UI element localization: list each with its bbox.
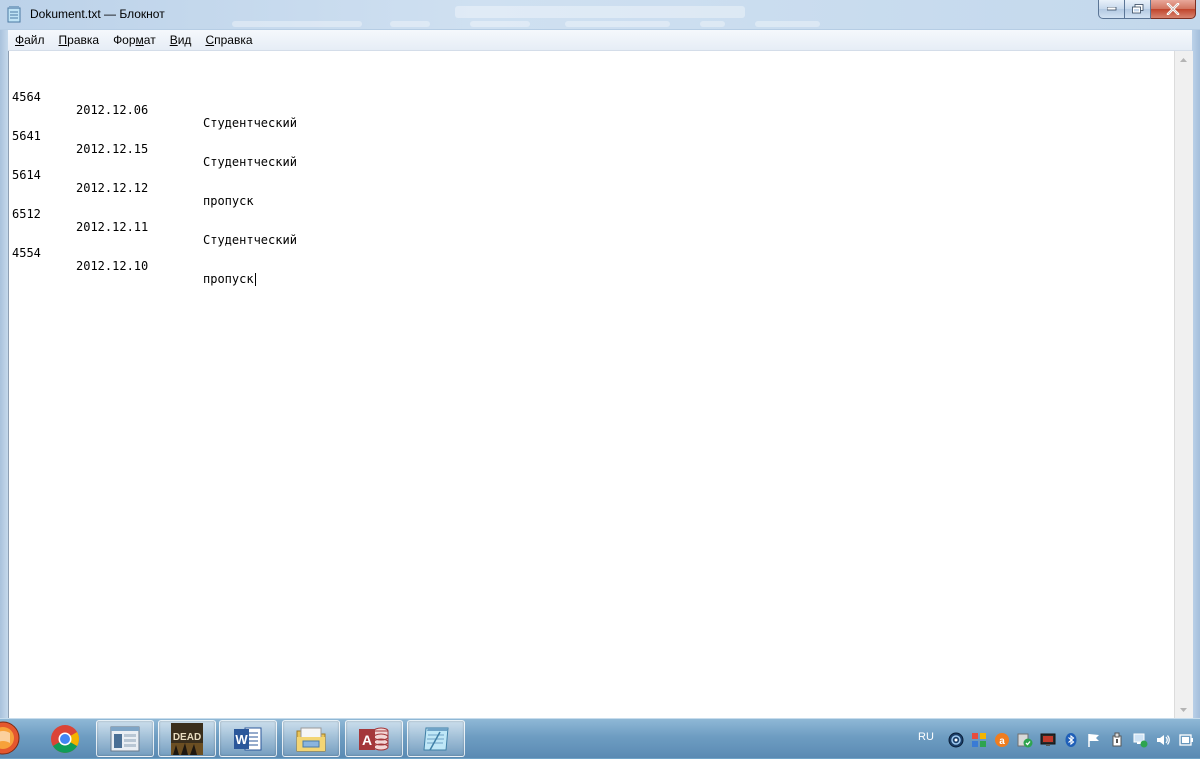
- record-id: 4554: [12, 246, 41, 260]
- notepad-icon: [423, 727, 449, 750]
- text-line: 5641 2012.12.15 Студентческий: [12, 117, 297, 169]
- record-type: Студентческий: [203, 116, 297, 130]
- windows-start-icon: [0, 721, 20, 755]
- close-button[interactable]: [1151, 0, 1196, 19]
- text-editor[interactable]: 4564 2012.12.06 Студентческий 5641 2012.…: [8, 51, 1175, 718]
- word-icon: W: [234, 727, 262, 750]
- display-icon[interactable]: [1040, 732, 1056, 748]
- language-indicator[interactable]: RU: [918, 731, 934, 743]
- record-date: 2012.12.15: [76, 142, 149, 156]
- background-ghost-text: [755, 21, 820, 27]
- menu-format[interactable]: Формат: [106, 33, 163, 47]
- text-line: 6512 2012.12.11 Студентческий: [12, 195, 297, 247]
- document-text: 4564 2012.12.06 Студентческий 5641 2012.…: [12, 52, 297, 286]
- record-date: 2012.12.11: [76, 220, 149, 234]
- background-ghost-text: [470, 21, 530, 27]
- system-tray: RU a: [910, 719, 1200, 759]
- svg-text:W: W: [235, 732, 248, 747]
- caption-buttons: [1098, 0, 1196, 20]
- arrow-up-icon: [1180, 57, 1187, 62]
- restore-icon: [1131, 4, 1143, 14]
- taskbar-access[interactable]: A: [345, 720, 403, 757]
- svg-text:a: a: [999, 736, 1005, 747]
- disc-icon[interactable]: [948, 732, 964, 748]
- network-icon[interactable]: [1132, 732, 1148, 748]
- taskbar-explorer[interactable]: [282, 720, 340, 757]
- vertical-scrollbar[interactable]: [1174, 51, 1193, 718]
- svg-text:A: A: [362, 732, 372, 748]
- menu-file[interactable]: Файл: [8, 33, 52, 47]
- file-explorer-icon: [296, 727, 326, 751]
- minimize-button[interactable]: [1098, 0, 1125, 19]
- arrow-down-icon: [1180, 707, 1187, 712]
- access-icon: A: [359, 727, 389, 750]
- taskbar-window-preview[interactable]: [96, 720, 154, 757]
- bluetooth-icon[interactable]: [1063, 732, 1079, 748]
- maximize-button[interactable]: [1125, 0, 1151, 19]
- record-type: Студентческий: [203, 233, 297, 247]
- notepad-window: Dokument.txt — Блокнот Файл Правка Форма…: [0, 0, 1200, 718]
- menu-help[interactable]: Справка: [198, 33, 259, 47]
- taskbar-chrome[interactable]: [36, 720, 94, 757]
- taskbar-notepad[interactable]: [407, 720, 465, 757]
- record-id: 5614: [12, 168, 41, 182]
- record-date: 2012.12.12: [76, 181, 149, 195]
- record-date: 2012.12.10: [76, 259, 149, 273]
- menu-edit[interactable]: Правка: [52, 33, 107, 47]
- chrome-icon: [51, 724, 79, 753]
- background-ghost-text: [700, 21, 725, 27]
- network-share-icon[interactable]: [971, 732, 987, 748]
- action-center-flag-icon[interactable]: [1086, 732, 1102, 748]
- menu-bar: Файл Правка Формат Вид Справка: [8, 30, 1192, 51]
- background-ghost-text: [565, 21, 670, 27]
- volume-icon[interactable]: [1155, 732, 1171, 748]
- taskbar-word[interactable]: W: [219, 720, 277, 757]
- text-line: 4564 2012.12.06 Студентческий: [12, 78, 297, 130]
- scroll-down-button[interactable]: [1175, 701, 1192, 718]
- background-ghost-text: [232, 21, 362, 27]
- record-date: 2012.12.06: [76, 103, 149, 117]
- avast-icon[interactable]: a: [994, 732, 1010, 748]
- title-bar[interactable]: Dokument.txt — Блокнот: [0, 0, 1200, 29]
- record-type: Студентческий: [203, 155, 297, 169]
- notepad-app-icon[interactable]: [7, 6, 22, 23]
- window-title: Dokument.txt — Блокнот: [30, 7, 165, 21]
- text-line: 4554 2012.12.10 пропуск: [12, 234, 256, 286]
- usb-device-icon[interactable]: [1109, 732, 1125, 748]
- record-id: 5641: [12, 129, 41, 143]
- the-walking-dead-icon: DEAD: [171, 722, 203, 755]
- taskbar: DEAD W A RU a: [0, 718, 1200, 758]
- start-button[interactable]: [0, 721, 20, 755]
- window-border-left: [0, 30, 8, 718]
- power-icon[interactable]: [1178, 732, 1194, 748]
- text-caret: [254, 273, 256, 286]
- svg-text:DEAD: DEAD: [173, 732, 201, 743]
- record-id: 4564: [12, 90, 41, 104]
- security-check-icon[interactable]: [1017, 732, 1033, 748]
- window-border-right: [1192, 30, 1200, 718]
- close-icon: [1166, 3, 1180, 15]
- background-ghost-text: [390, 21, 430, 27]
- text-line: 5614 2012.12.12 пропуск: [12, 156, 254, 208]
- record-type: пропуск: [203, 272, 256, 286]
- menu-view[interactable]: Вид: [163, 33, 199, 47]
- background-ghost-text: [455, 6, 745, 18]
- window-preview-icon: [110, 726, 140, 751]
- taskbar-walking-dead[interactable]: DEAD: [158, 720, 216, 757]
- scroll-up-button[interactable]: [1175, 51, 1192, 68]
- record-type: пропуск: [203, 194, 254, 208]
- minimize-icon: [1106, 7, 1116, 11]
- record-id: 6512: [12, 207, 41, 221]
